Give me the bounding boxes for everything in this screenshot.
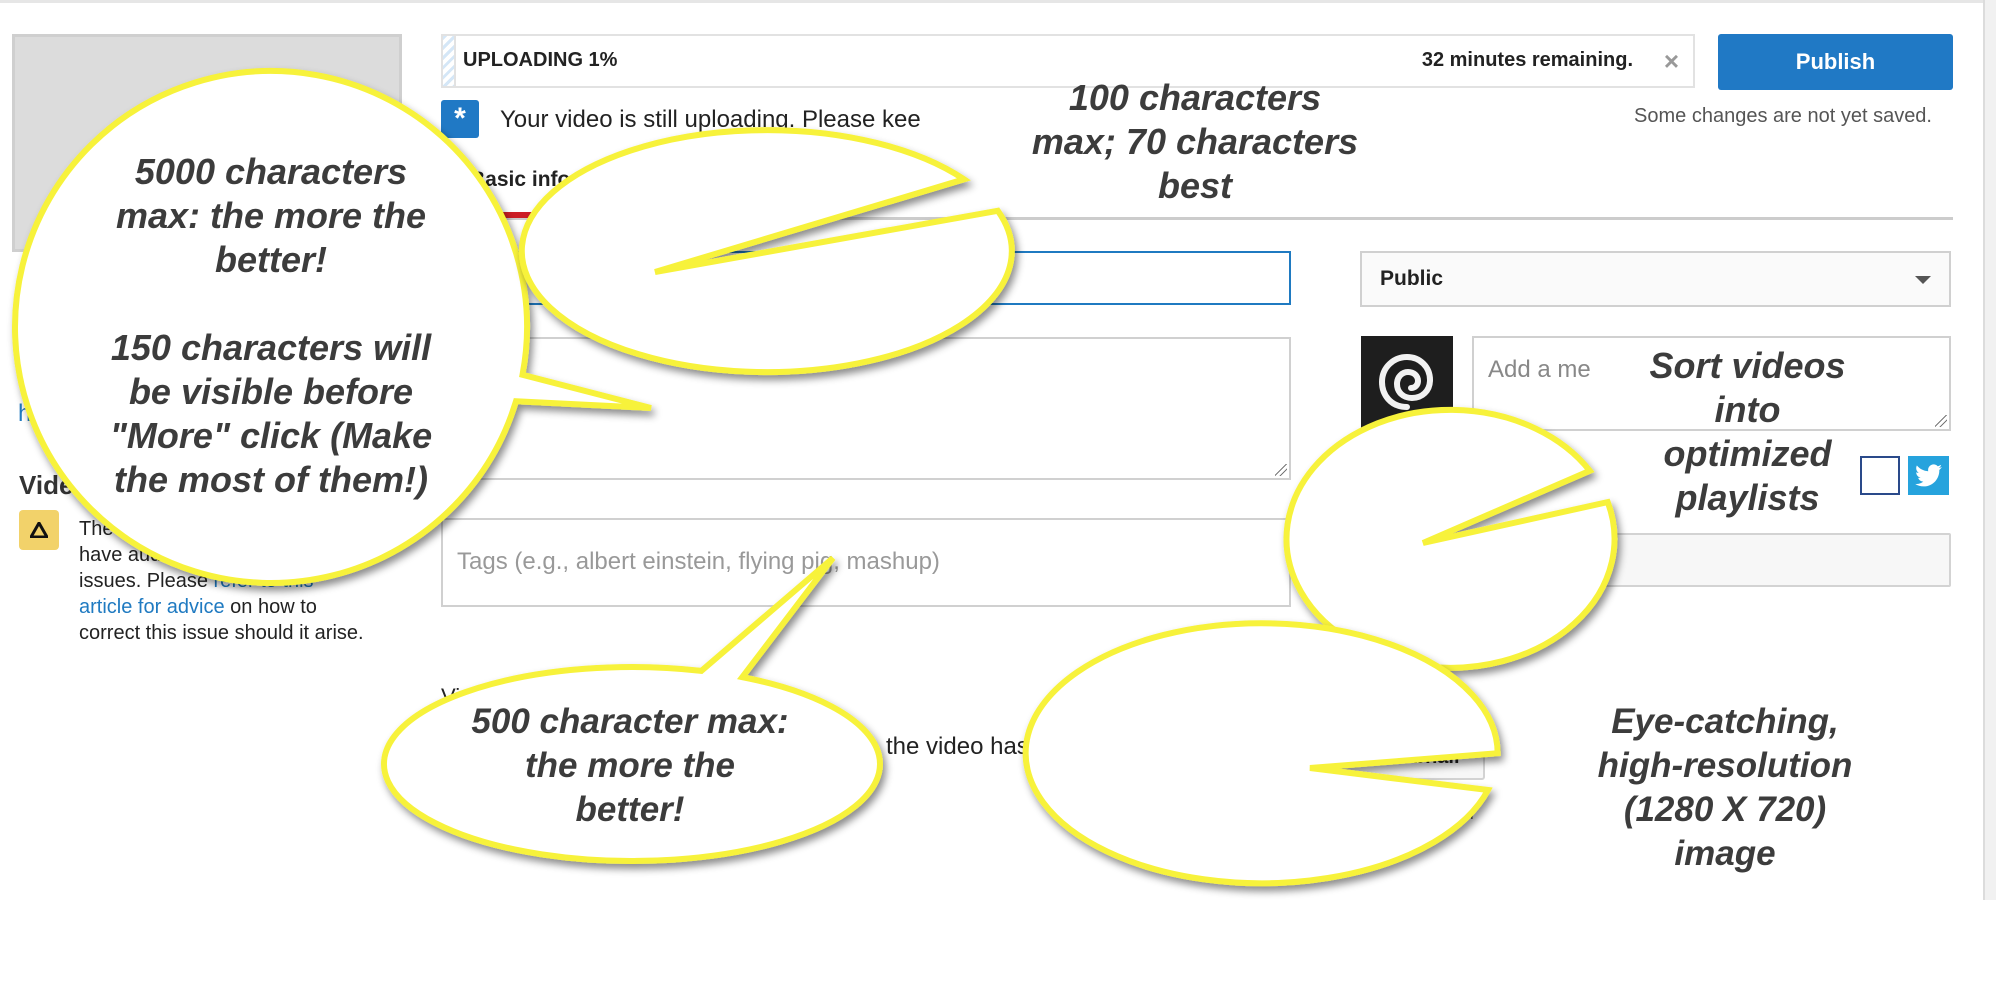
cancel-upload-close-icon[interactable]: ×	[1664, 46, 1679, 77]
callout-title-text: 100 characters max; 70 characters best	[985, 76, 1405, 208]
also-share-on-label: Also share on	[1361, 463, 1484, 485]
callout-playlist-text: Sort videos into optimized playlists	[1600, 344, 1895, 520]
channel-avatar	[1361, 336, 1453, 428]
publish-button[interactable]: Publish	[1718, 34, 1953, 90]
warning-line-3: issues. Please	[79, 570, 214, 592]
share-message-placeholder: Add a me	[1488, 356, 1591, 383]
tab-monetization[interactable]: Monetization	[679, 168, 807, 192]
callout-thumbnail-text: Eye-catching, high-resolution (1280 X 720)…	[1530, 700, 1920, 876]
page-top-border	[0, 0, 1996, 3]
title-input[interactable]	[441, 251, 1291, 305]
callout-line: image	[1674, 834, 1776, 873]
notify-finished-text: n the video has finished	[866, 733, 1119, 760]
add-to-playlist-label: + Add to playlist	[1380, 549, 1535, 571]
tags-input[interactable]: Tags (e.g., albert einstein, flying pig,…	[441, 518, 1291, 607]
thumbnail-section-divider	[1229, 732, 1231, 865]
callout-line: (1280 X 720)	[1623, 790, 1827, 829]
add-to-playlist-button[interactable]: + Add to playlist	[1360, 533, 1951, 587]
callout-line: better!	[214, 239, 327, 280]
unsaved-changes-note: Some changes are not yet saved.	[1634, 105, 1932, 127]
tabs-divider	[441, 217, 1953, 220]
chevron-down-icon	[1915, 276, 1931, 284]
callout-line: high-resolution	[1597, 746, 1853, 785]
callout-description-text: 5000 characters max: the more the better! …	[46, 150, 496, 502]
privacy-dropdown[interactable]: Public	[1360, 251, 1951, 307]
callout-line: Sort videos	[1649, 345, 1846, 386]
description-textarea[interactable]: tion	[441, 337, 1291, 480]
spiral-logo-icon	[1378, 353, 1434, 410]
warning-icon	[19, 510, 59, 550]
resize-grip-icon[interactable]	[1275, 464, 1287, 476]
upload-progress-fill	[443, 36, 456, 86]
callout-line: the most of them!)	[114, 459, 428, 500]
max-file-size-note: Maximum file size is 2M	[1262, 802, 1475, 824]
callout-line: into	[1714, 389, 1781, 430]
callout-line: best	[1157, 165, 1233, 206]
callout-line: optimized	[1663, 433, 1832, 474]
callout-line: 100 characters	[1068, 77, 1322, 118]
resize-grip-icon[interactable]	[1935, 415, 1947, 427]
upload-time-remaining: 32 minutes remaining.	[1421, 49, 1633, 71]
page-scrollbar[interactable]	[1983, 0, 1996, 900]
callout-line: the more the	[524, 746, 736, 785]
callout-tags-text: 500 character max: the more the better!	[420, 700, 840, 832]
callout-line: max: the more the	[115, 195, 427, 236]
warning-line-1: The	[79, 518, 114, 540]
share-twitter-icon[interactable]	[1908, 456, 1949, 495]
callout-line: playlists	[1675, 477, 1820, 518]
custom-thumbnail-label: Custom thumbnail	[1284, 746, 1460, 768]
audio-warning-text: The have aud issues. Please refer to thi…	[79, 516, 369, 646]
warning-line-2: have aud	[79, 544, 162, 566]
upload-info-message: Your video is still uploading. Please ke…	[500, 106, 921, 133]
callout-line	[46, 282, 496, 326]
tab-advanced-settings[interactable]: Ad	[918, 168, 946, 192]
tags-placeholder: Tags (e.g., albert einstein, flying pig,…	[457, 548, 940, 575]
callout-line: 5000 characters	[134, 151, 408, 192]
info-star-icon: *	[441, 100, 479, 138]
callout-line: better!	[575, 790, 685, 829]
callout-line: 500 character max:	[471, 702, 789, 741]
custom-thumbnail-button[interactable]: Custom thumbnail	[1262, 733, 1485, 780]
callout-line: Eye-catching,	[1611, 702, 1839, 741]
privacy-selected-value: Public	[1380, 267, 1444, 290]
callout-line: be visible before	[128, 371, 414, 412]
callout-line: 150 characters will	[110, 327, 432, 368]
sidebar-link[interactable]: h	[18, 400, 31, 428]
callout-line: "More" click (Make	[109, 415, 433, 456]
upload-status: UPLOADING 1%	[463, 49, 618, 71]
callout-line: max; 70 characters	[1031, 121, 1359, 162]
